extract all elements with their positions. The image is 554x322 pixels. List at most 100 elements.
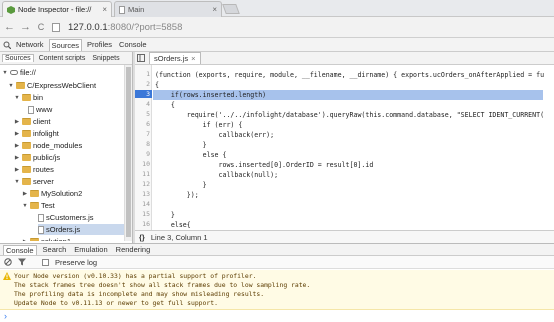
back-icon[interactable]: ←: [4, 21, 15, 33]
drawer-tab-rendering[interactable]: Rendering: [114, 245, 153, 254]
code-line: }: [155, 181, 207, 189]
editor-tab-label: sOrders.js: [154, 54, 189, 63]
page-info-icon[interactable]: [52, 22, 60, 32]
warning-line: The profiling data is incomplete and may…: [14, 290, 265, 298]
filter-icon[interactable]: [18, 258, 26, 266]
line-number[interactable]: 14: [135, 200, 152, 208]
line-number[interactable]: 7: [135, 130, 152, 138]
browser-tab-node-inspector[interactable]: Node Inspector - file:// ×: [2, 1, 112, 17]
toggle-navigator-icon[interactable]: [137, 54, 145, 62]
drawer-tab-search[interactable]: Search: [41, 245, 69, 254]
line-number[interactable]: 11: [135, 170, 152, 178]
tree-node-bin[interactable]: ▼ bin: [14, 92, 43, 103]
tree-node-solution1[interactable]: ▶ solution1: [22, 236, 71, 241]
line-number[interactable]: 15: [135, 210, 152, 218]
line-number[interactable]: 13: [135, 190, 152, 198]
subtab-sources[interactable]: Sources: [2, 54, 34, 62]
tree-node-sorders[interactable]: sOrders.js: [38, 224, 124, 235]
drawer-tab-emulation[interactable]: Emulation: [72, 245, 109, 254]
tree-node-expresswebclient[interactable]: ▼ C/ExpressWebClient: [8, 80, 96, 91]
new-tab-button[interactable]: [222, 4, 240, 14]
line-number[interactable]: 10: [135, 160, 152, 168]
tab-profiles[interactable]: Profiles: [85, 39, 114, 50]
preserve-log-checkbox[interactable]: [42, 258, 49, 266]
collapsed-arrow-icon[interactable]: ▶: [22, 239, 28, 242]
expanded-arrow-icon[interactable]: ▼: [14, 95, 20, 101]
browser-tab-main[interactable]: Main ×: [114, 1, 222, 17]
code-line: callback(err);: [155, 131, 275, 139]
collapsed-arrow-icon[interactable]: ▶: [14, 167, 20, 173]
line-number[interactable]: 9: [135, 150, 152, 158]
folder-icon: [30, 190, 39, 197]
tree-node-server[interactable]: ▼ server: [14, 176, 54, 187]
tree-node-mysolution2[interactable]: ▶ MySolution2: [22, 188, 82, 199]
pretty-print-icon[interactable]: {}: [139, 233, 145, 242]
expanded-arrow-icon[interactable]: ▼: [22, 203, 28, 209]
tree-node-client[interactable]: ▶ client: [14, 116, 51, 127]
tree-node-routes[interactable]: ▶ routes: [14, 164, 54, 175]
tree-node-label: server: [33, 177, 54, 186]
line-number-current[interactable]: 3: [135, 90, 152, 98]
folder-icon: [22, 154, 31, 161]
file-icon: [28, 105, 34, 114]
tree-node-label: routes: [33, 165, 54, 174]
collapsed-arrow-icon[interactable]: ▶: [14, 155, 20, 161]
line-number[interactable]: 8: [135, 140, 152, 148]
console-toolbar: Preserve log: [0, 256, 554, 269]
tree-node-label: www: [36, 105, 53, 114]
subtab-content-scripts[interactable]: Content scripts: [37, 55, 88, 62]
tree-node-www[interactable]: www: [28, 104, 52, 115]
page-icon: [119, 5, 125, 14]
subtab-snippets[interactable]: Snippets: [90, 55, 121, 62]
tree-node-label: public/js: [33, 153, 61, 162]
clear-console-icon[interactable]: [4, 258, 12, 266]
forward-icon[interactable]: →: [20, 21, 31, 33]
collapsed-arrow-icon[interactable]: ▶: [14, 143, 20, 149]
console-warning-message: Your Node version (v0.10.33) has a parti…: [0, 270, 554, 310]
line-number[interactable]: 4: [135, 100, 152, 108]
tab-title: Main: [128, 5, 145, 14]
line-number[interactable]: 1: [135, 70, 152, 78]
close-tab-icon[interactable]: ×: [102, 5, 107, 14]
scrollbar-thumb[interactable]: [126, 67, 131, 237]
tree-node-public-js[interactable]: ▶ public/js: [14, 152, 60, 163]
tree-node-label: solution1: [41, 237, 71, 241]
line-number[interactable]: 2: [135, 80, 152, 88]
tab-sources[interactable]: Sources: [48, 38, 83, 51]
tree-node-label: MySolution2: [41, 189, 83, 198]
code-line: require('../../infolight/database').quer…: [155, 111, 545, 119]
editor-tab-sorders[interactable]: sOrders.js ×: [149, 52, 201, 64]
tab-console[interactable]: Console: [117, 39, 149, 50]
inspect-element-icon[interactable]: [3, 41, 11, 49]
tree-node-test[interactable]: ▼ Test: [22, 200, 55, 211]
code-editor[interactable]: (function (exports, require, module, __f…: [153, 65, 554, 230]
line-number[interactable]: 5: [135, 110, 152, 118]
editor-status-bar: {} Line 3, Column 1: [135, 230, 554, 243]
folder-icon: [22, 166, 31, 173]
tree-node-file-root[interactable]: ▼ file://: [2, 67, 36, 78]
collapsed-arrow-icon[interactable]: ▶: [14, 119, 20, 125]
drawer-tab-console[interactable]: Console: [3, 244, 37, 255]
line-number[interactable]: 6: [135, 120, 152, 128]
reload-icon[interactable]: C: [36, 22, 46, 32]
file-tree: ▼ file:// ▼ C/ExpressWebClient ▼ bin www…: [0, 65, 124, 241]
expanded-arrow-icon[interactable]: ▼: [8, 83, 14, 89]
node-inspector-icon: [7, 5, 15, 14]
collapsed-arrow-icon[interactable]: ▶: [14, 131, 20, 137]
tree-scrollbar[interactable]: [124, 65, 132, 241]
folder-icon: [22, 130, 31, 137]
expanded-arrow-icon[interactable]: ▼: [14, 179, 20, 185]
collapsed-arrow-icon[interactable]: ▶: [22, 191, 28, 197]
close-tab-icon[interactable]: ×: [212, 5, 217, 14]
line-number[interactable]: 16: [135, 220, 152, 228]
expanded-arrow-icon[interactable]: ▼: [2, 70, 8, 76]
url-input[interactable]: 127.0.0.1:8080/?port=5858: [68, 22, 182, 33]
line-number[interactable]: 12: [135, 180, 152, 188]
line-number-gutter[interactable]: 1 2 3 4 5 6 7 8 9 10 11 12 13 14 15 16: [135, 65, 152, 230]
tab-network[interactable]: Network: [14, 39, 46, 50]
close-editor-tab-icon[interactable]: ×: [191, 54, 195, 63]
tree-node-infolight[interactable]: ▶ infolight: [14, 128, 59, 139]
tree-node-scustomers[interactable]: sCustomers.js: [38, 212, 94, 223]
console-prompt[interactable]: ›: [4, 311, 7, 321]
tree-node-node-modules[interactable]: ▶ node_modules: [14, 140, 82, 151]
